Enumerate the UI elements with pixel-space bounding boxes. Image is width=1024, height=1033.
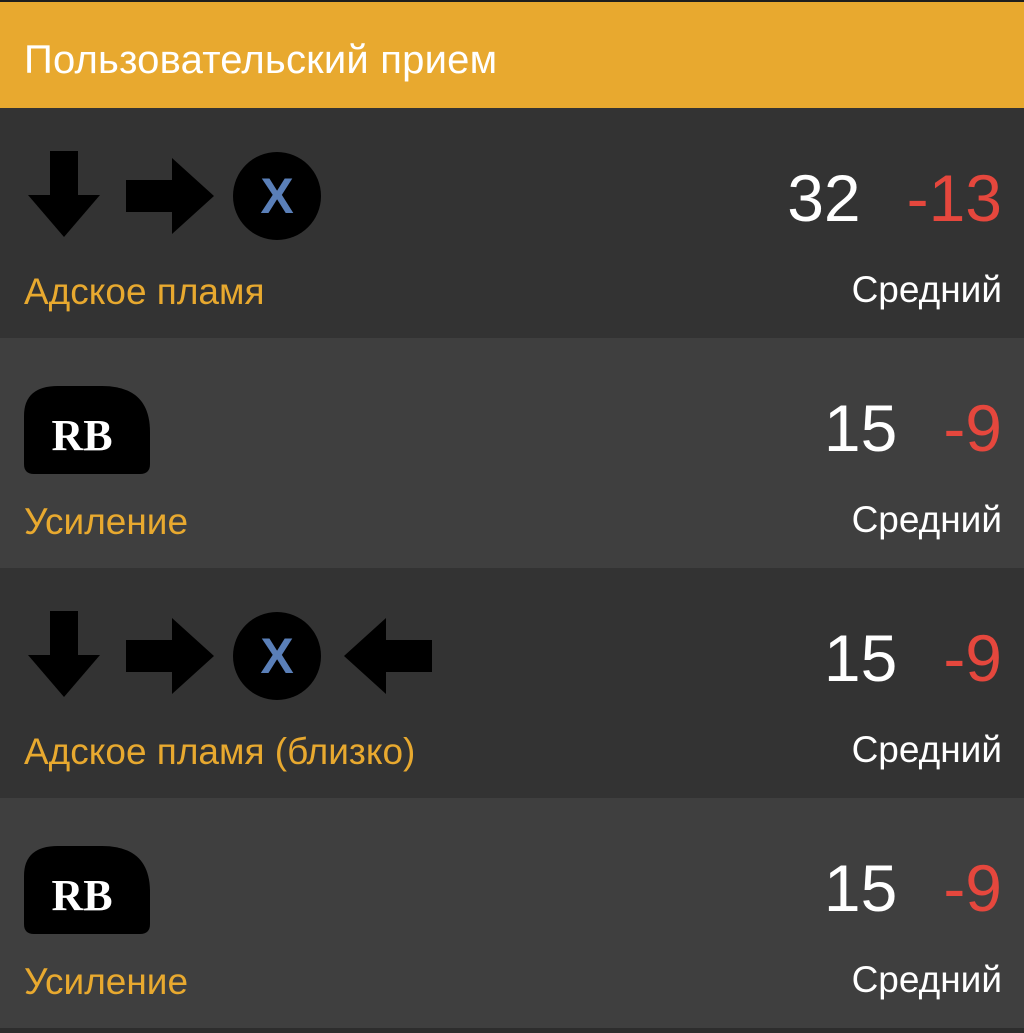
x-button-icon: X <box>233 612 321 700</box>
left-arrow-icon <box>344 618 432 694</box>
x-button-label: X <box>260 628 293 684</box>
block-advantage: -9 <box>943 621 1002 695</box>
move-row[interactable]: X 32 -13 Адское пламя Средний <box>0 108 1024 338</box>
rb-button-icon: RB <box>24 846 150 934</box>
startup-frames: 15 <box>823 851 898 925</box>
hit-level: Средний <box>851 729 1002 770</box>
right-arrow-icon <box>126 158 214 234</box>
startup-frames: 32 <box>787 161 861 235</box>
block-advantage: -13 <box>906 161 1002 235</box>
hit-level: Средний <box>851 499 1002 540</box>
move-name: Усиление <box>24 501 189 542</box>
move-row[interactable]: RB 15 -9 Усиление Средний <box>0 338 1024 568</box>
right-arrow-icon <box>126 618 214 694</box>
x-button-label: X <box>260 168 293 224</box>
frame-data: 32 -13 <box>787 158 1002 238</box>
input-sequence: X <box>24 606 432 706</box>
frame-data: 15 -9 <box>824 848 1002 928</box>
input-sequence: RB <box>24 836 150 936</box>
rb-button-label: RB <box>51 411 112 460</box>
hit-level: Средний <box>851 269 1002 310</box>
frame-data: 15 -9 <box>824 618 1002 698</box>
move-name: Адское пламя (близко) <box>24 731 416 772</box>
x-button-icon: X <box>233 152 321 240</box>
block-advantage: -9 <box>943 391 1002 465</box>
block-advantage: -9 <box>943 851 1002 925</box>
startup-frames: 15 <box>823 621 898 695</box>
frame-data: 15 -9 <box>824 388 1002 468</box>
input-sequence: X <box>24 146 340 246</box>
move-name: Усиление <box>24 961 189 1002</box>
down-arrow-icon <box>28 611 100 697</box>
hit-level: Средний <box>851 959 1002 1000</box>
list-bottom-divider <box>0 1028 1024 1033</box>
page-title: Пользовательский прием <box>24 38 498 82</box>
app-header: Пользовательский прием <box>0 0 1024 108</box>
move-row[interactable]: X 15 -9 Адское пламя (близко) Средний <box>0 568 1024 798</box>
down-arrow-icon <box>28 151 100 237</box>
rb-button-icon: RB <box>24 386 150 474</box>
move-name: Адское пламя <box>24 271 265 312</box>
move-row[interactable]: RB 15 -9 Усиление Средний <box>0 798 1024 1028</box>
input-sequence: RB <box>24 376 150 476</box>
startup-frames: 15 <box>823 391 898 465</box>
rb-button-label: RB <box>51 871 112 920</box>
